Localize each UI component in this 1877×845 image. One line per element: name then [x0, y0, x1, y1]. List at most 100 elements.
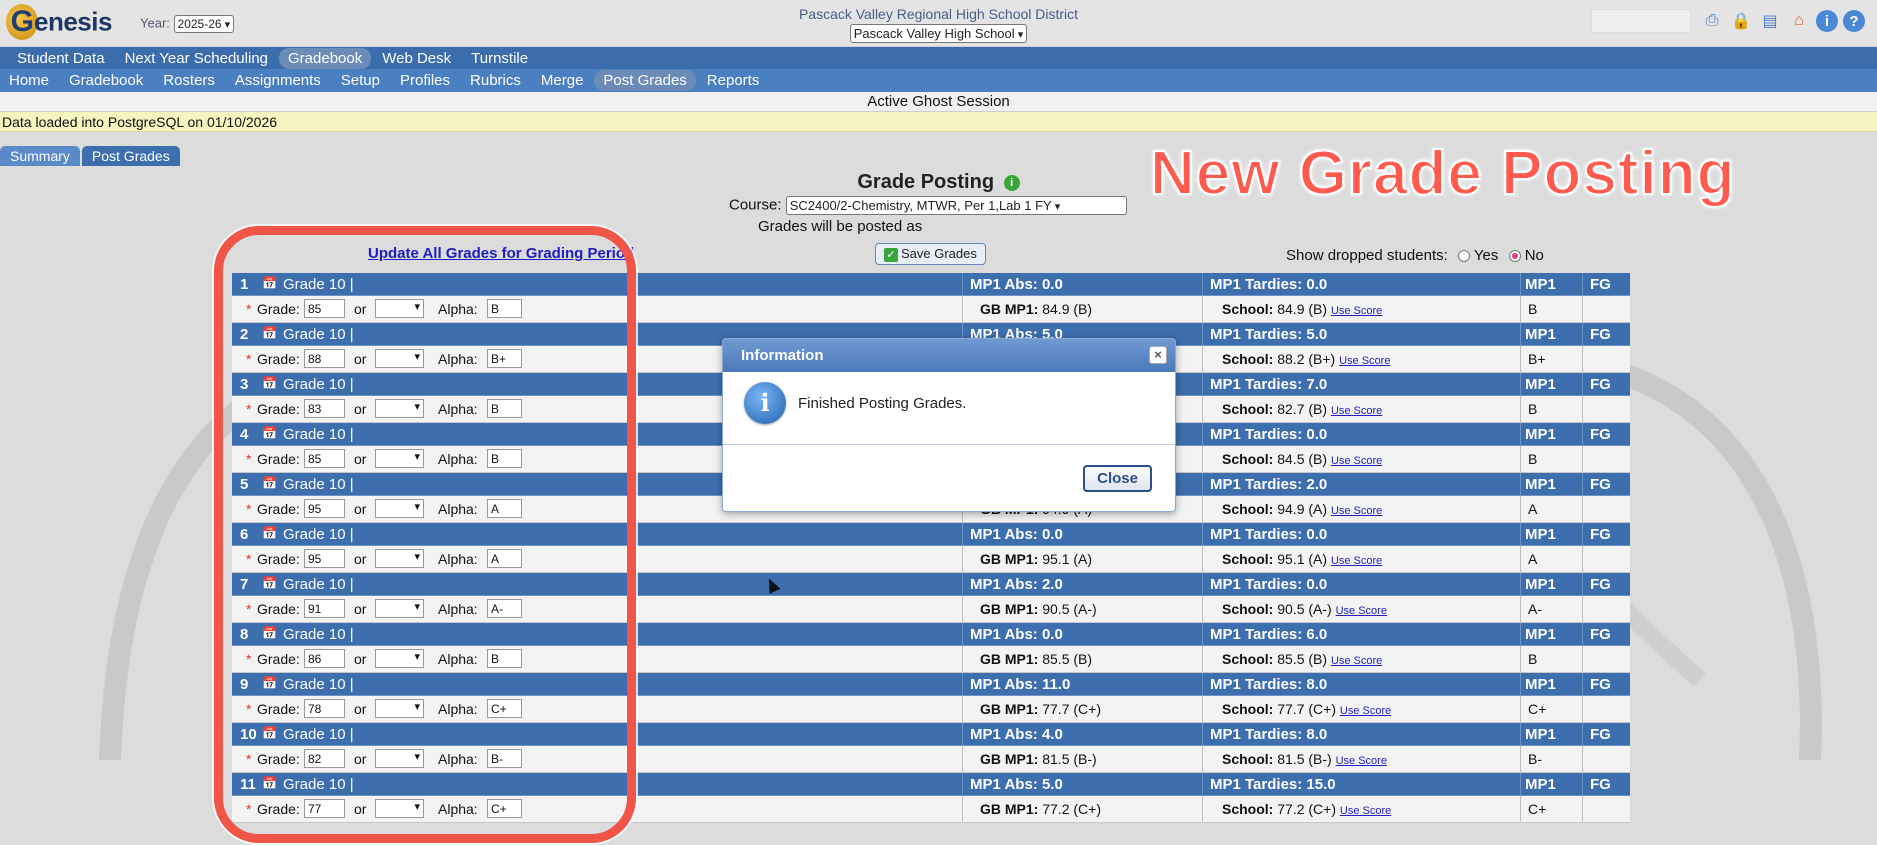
dropped-no-radio[interactable]	[1508, 250, 1521, 263]
grade-dropdown[interactable]: ▾	[375, 299, 424, 318]
grade-input[interactable]: 83	[304, 399, 345, 418]
tab-post-grades[interactable]: Post Grades	[81, 146, 180, 166]
search-input[interactable]	[1591, 9, 1691, 33]
home-icon[interactable]: ⌂	[1787, 9, 1811, 33]
subnav-home[interactable]: Home	[0, 70, 58, 91]
calendar-icon[interactable]: 📅	[262, 526, 277, 540]
grade-dropdown[interactable]: ▾	[375, 399, 424, 418]
use-score-link[interactable]: Use Score	[1340, 705, 1391, 717]
grade-input[interactable]: 85	[304, 299, 345, 318]
calendar-icon[interactable]: 📅	[262, 426, 277, 440]
grade-dropdown[interactable]: ▾	[375, 649, 424, 668]
row-number: 8	[240, 626, 249, 643]
subnav-rosters[interactable]: Rosters	[154, 70, 224, 91]
calendar-icon[interactable]: 📅	[262, 476, 277, 490]
nav-turnstile[interactable]: Turnstile	[462, 48, 537, 69]
nav-next-year-scheduling[interactable]: Next Year Scheduling	[116, 48, 277, 69]
subnav-rubrics[interactable]: Rubrics	[461, 70, 530, 91]
fg-column-label: FG	[1590, 376, 1611, 393]
subnav-gradebook[interactable]: Gradebook	[60, 70, 152, 91]
alpha-input[interactable]: B	[487, 449, 522, 468]
grade-input[interactable]: 95	[304, 549, 345, 568]
calendar-icon[interactable]: 📅	[262, 376, 277, 390]
use-score-link[interactable]: Use Score	[1331, 555, 1382, 567]
nav-student-data[interactable]: Student Data	[8, 48, 114, 69]
alpha-label: Alpha:	[438, 801, 478, 817]
school-grade-value: School: 95.1 (A) Use Score	[1222, 551, 1382, 567]
school-label: School:	[1222, 751, 1274, 767]
grade-dropdown[interactable]: ▾	[375, 799, 424, 818]
grade-input[interactable]: 95	[304, 499, 345, 518]
grade-dropdown[interactable]: ▾	[375, 499, 424, 518]
grade-input[interactable]: 78	[304, 699, 345, 718]
use-score-link[interactable]: Use Score	[1331, 405, 1382, 417]
use-score-link[interactable]: Use Score	[1336, 755, 1387, 767]
school-score: 81.5 (B-)	[1277, 751, 1332, 767]
use-score-link[interactable]: Use Score	[1331, 305, 1382, 317]
alpha-input[interactable]: A-	[487, 599, 522, 618]
alpha-input[interactable]: B	[487, 399, 522, 418]
alpha-input[interactable]: A	[487, 499, 522, 518]
grade-dropdown[interactable]: ▾	[375, 749, 424, 768]
use-score-link[interactable]: Use Score	[1339, 355, 1390, 367]
help-icon[interactable]: ?	[1843, 10, 1865, 32]
calendar-icon[interactable]: 📅	[262, 576, 277, 590]
grade-dropdown[interactable]: ▾	[375, 349, 424, 368]
calendar-icon[interactable]: 📅	[262, 276, 277, 290]
use-score-link[interactable]: Use Score	[1331, 455, 1382, 467]
info-icon: i	[744, 382, 786, 424]
use-score-link[interactable]: Use Score	[1331, 655, 1382, 667]
gradebook-mp1-value: GB MP1: 81.5 (B-)	[980, 751, 1097, 767]
alpha-input[interactable]: A	[487, 549, 522, 568]
calendar-icon[interactable]: 📅	[262, 626, 277, 640]
minimize-icon[interactable]: ▤	[1758, 9, 1782, 33]
nav-web-desk[interactable]: Web Desk	[373, 48, 460, 69]
course-select[interactable]: SC2400/2-Chemistry, MTWR, Per 1,Lab 1 FY	[785, 196, 1127, 215]
alpha-input[interactable]: C+	[487, 799, 522, 818]
grade-input[interactable]: 88	[304, 349, 345, 368]
calendar-icon[interactable]: 📅	[262, 676, 277, 690]
calendar-icon[interactable]: 📅	[262, 326, 277, 340]
dropped-yes-radio[interactable]	[1457, 250, 1470, 263]
gradebook-mp1-value: GB MP1: 84.9 (B)	[980, 301, 1092, 317]
use-score-link[interactable]: Use Score	[1340, 805, 1391, 817]
grade-dropdown[interactable]: ▾	[375, 699, 424, 718]
calendar-icon[interactable]: 📅	[262, 726, 277, 740]
subnav-setup[interactable]: Setup	[332, 70, 389, 91]
printer-icon[interactable]: ⎙	[1700, 9, 1724, 33]
grade-dropdown[interactable]: ▾	[375, 549, 424, 568]
subnav-reports[interactable]: Reports	[698, 70, 769, 91]
grade-input[interactable]: 85	[304, 449, 345, 468]
alpha-input[interactable]: B+	[487, 349, 522, 368]
close-button[interactable]: Close	[1083, 465, 1152, 492]
grade-input[interactable]: 91	[304, 599, 345, 618]
or-label: or	[354, 751, 367, 767]
grade-dropdown[interactable]: ▾	[375, 599, 424, 618]
update-all-grades-link[interactable]: Update All Grades for Grading Period	[368, 245, 634, 262]
subnav-profiles[interactable]: Profiles	[391, 70, 459, 91]
subnav-assignments[interactable]: Assignments	[226, 70, 330, 91]
nav-gradebook[interactable]: Gradebook	[279, 47, 372, 69]
lock-icon[interactable]: 🔒	[1729, 9, 1753, 33]
subnav-post-grades[interactable]: Post Grades	[594, 70, 696, 91]
calendar-icon[interactable]: 📅	[262, 776, 277, 790]
tab-summary[interactable]: Summary	[0, 146, 80, 166]
alpha-input[interactable]: B	[487, 649, 522, 668]
save-grades-button[interactable]: ✓ Save Grades	[875, 243, 986, 265]
grade-input[interactable]: 82	[304, 749, 345, 768]
alpha-input[interactable]: B	[487, 299, 522, 318]
grade-input[interactable]: 77	[304, 799, 345, 818]
school-select[interactable]: Pascack Valley High School	[849, 24, 1028, 43]
use-score-link[interactable]: Use Score	[1336, 605, 1387, 617]
info-icon[interactable]: i	[1816, 10, 1838, 32]
subnav-merge[interactable]: Merge	[532, 70, 593, 91]
alpha-input[interactable]: C+	[487, 699, 522, 718]
grade-input[interactable]: 86	[304, 649, 345, 668]
alpha-input[interactable]: B-	[487, 749, 522, 768]
use-score-link[interactable]: Use Score	[1331, 505, 1382, 517]
info-icon[interactable]: i	[1003, 174, 1020, 191]
required-marker: *	[246, 751, 252, 767]
grade-dropdown[interactable]: ▾	[375, 449, 424, 468]
school-grade-value: School: 81.5 (B-) Use Score	[1222, 751, 1387, 767]
close-icon[interactable]: ×	[1149, 346, 1167, 364]
